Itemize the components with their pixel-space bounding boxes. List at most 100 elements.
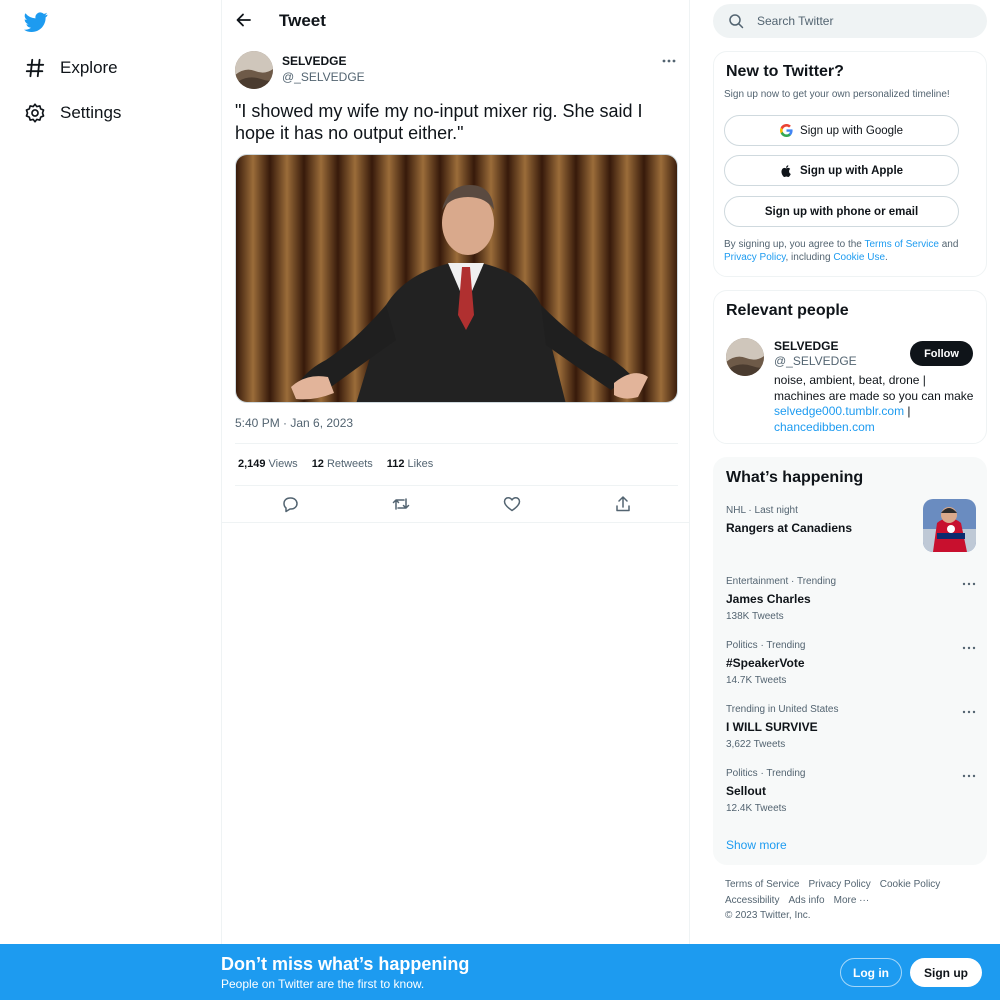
trend-name: Sellout: [726, 784, 767, 798]
views-stat: 2,149 Views: [238, 458, 298, 470]
retweets-label: Retweets: [326, 458, 373, 470]
footer-links: Terms of Service Privacy Policy Cookie Pol…: [725, 877, 985, 924]
more-options-icon[interactable]: [962, 580, 976, 588]
footer-link[interactable]: Ads info: [788, 895, 824, 906]
person-name[interactable]: SELVEDGE: [774, 339, 838, 353]
bottom-signup-bar: Don’t miss what’s happening People on Tw…: [0, 944, 1000, 1000]
tweet-stats: 2,149 Views 12 Retweets 112 Likes: [238, 458, 433, 470]
avatar[interactable]: [726, 338, 764, 376]
card-title: Relevant people: [726, 302, 849, 319]
signup-button[interactable]: Sign up: [910, 958, 982, 987]
footer-link[interactable]: Privacy Policy: [808, 879, 870, 890]
new-to-twitter-card: New to Twitter? Sign up now to get your …: [713, 51, 987, 277]
trend-count: 3,622 Tweets: [726, 739, 786, 750]
more-options-icon[interactable]: [962, 644, 976, 652]
nav-label-explore: Explore: [60, 58, 118, 77]
search-input[interactable]: [757, 14, 957, 28]
legal-including: , including: [785, 252, 834, 263]
bio-link-tumblr[interactable]: selvedge000.tumblr.com: [774, 404, 904, 418]
bio-text: noise, ambient, beat, drone | machines a…: [774, 373, 974, 403]
legal-and: and: [938, 239, 959, 250]
footer-link[interactable]: Terms of Service: [725, 879, 799, 890]
signup-apple-button[interactable]: Sign up with Apple: [724, 155, 959, 186]
trend-item[interactable]: Trending in United States I WILL SURVIVE…: [726, 704, 976, 750]
apple-icon: [781, 165, 791, 177]
trend-count: 138K Tweets: [726, 611, 784, 622]
more-options-icon[interactable]: [962, 772, 976, 780]
retweets-stat[interactable]: 12 Retweets: [312, 458, 373, 470]
author-name[interactable]: SELVEDGE: [282, 54, 346, 68]
page-title: Tweet: [279, 11, 326, 30]
nav-label-settings: Settings: [60, 103, 122, 122]
footer-link[interactable]: Cookie Policy: [880, 879, 941, 890]
author-avatar[interactable]: [235, 51, 273, 89]
trend-meta: Politics · Trending: [726, 640, 806, 651]
signup-google-button[interactable]: Sign up with Google: [724, 115, 959, 146]
privacy-link[interactable]: Privacy Policy: [724, 252, 786, 263]
retweets-count: 12: [311, 458, 324, 470]
reply-icon[interactable]: [280, 494, 300, 514]
bottom-bar-title: Don’t miss what’s happening: [221, 954, 470, 974]
main-column: Tweet SELVEDGE @_SELVEDGE "I showed my w…: [221, 0, 690, 944]
nav-item-explore[interactable]: Explore: [24, 53, 118, 83]
signup-phone-label: Sign up with phone or email: [764, 205, 919, 218]
hashtag-icon: [25, 58, 45, 78]
trend-count: 12.4K Tweets: [726, 803, 787, 814]
trend-item[interactable]: Entertainment · Trending James Charles 1…: [726, 576, 976, 622]
login-button[interactable]: Log in: [840, 958, 902, 987]
more-options-icon[interactable]: [661, 54, 677, 68]
divider: [235, 485, 678, 486]
signup-apple-label: Sign up with Apple: [799, 164, 904, 177]
trend-item[interactable]: Politics · Trending #SpeakerVote 14.7K T…: [726, 640, 976, 686]
views-count: 2,149: [238, 458, 266, 470]
trend-count: 14.7K Tweets: [726, 675, 787, 686]
footer-link[interactable]: More ···: [834, 895, 870, 906]
author-handle[interactable]: @_SELVEDGE: [282, 70, 365, 84]
trend-name: #SpeakerVote: [726, 656, 805, 670]
page-header: Tweet: [222, 0, 689, 42]
legal-end: .: [885, 252, 888, 263]
twitter-bird-icon[interactable]: [24, 10, 48, 34]
tweet-actions: [235, 494, 678, 514]
tweet-timestamp[interactable]: 5:40 PM · Jan 6, 2023: [235, 416, 353, 430]
trend-name: I WILL SURVIVE: [726, 720, 818, 734]
whats-happening-card: What’s happening NHL · Last night Ranger…: [713, 457, 987, 865]
legal-prefix: By signing up, you agree to the: [724, 239, 865, 250]
likes-stat[interactable]: 112 Likes: [387, 458, 433, 470]
cookie-link[interactable]: Cookie Use: [833, 252, 885, 263]
card-subtitle: Sign up now to get your own personalized…: [724, 89, 950, 100]
trend-thumbnail: [923, 499, 976, 552]
signup-google-label: Sign up with Google: [800, 124, 903, 137]
terms-link[interactable]: Terms of Service: [864, 239, 938, 250]
bio-separator: |: [904, 404, 911, 418]
signup-phone-button[interactable]: Sign up with phone or email: [724, 196, 959, 227]
divider: [222, 522, 689, 523]
likes-label: Likes: [407, 458, 434, 470]
views-label: Views: [268, 458, 298, 470]
trend-name: James Charles: [726, 592, 811, 606]
person-handle[interactable]: @_SELVEDGE: [774, 354, 857, 368]
gear-icon: [25, 103, 45, 123]
share-icon[interactable]: [613, 494, 633, 514]
left-nav: Explore Settings: [0, 0, 222, 944]
search-bar[interactable]: [713, 4, 987, 38]
search-icon: [729, 14, 744, 29]
card-title: New to Twitter?: [726, 63, 844, 80]
nav-item-settings[interactable]: Settings: [24, 98, 121, 128]
retweet-icon[interactable]: [391, 494, 411, 514]
card-title: What’s happening: [726, 469, 864, 486]
footer-link[interactable]: Accessibility: [725, 895, 779, 906]
like-icon[interactable]: [502, 494, 522, 514]
bio-link-website[interactable]: chancedibben.com: [774, 420, 875, 434]
more-options-icon[interactable]: [962, 708, 976, 716]
tweet-image[interactable]: [235, 154, 678, 403]
follow-button[interactable]: Follow: [910, 341, 973, 366]
back-arrow-icon[interactable]: [234, 10, 254, 30]
trend-item[interactable]: NHL · Last night Rangers at Canadiens: [726, 499, 976, 552]
trend-meta: Entertainment · Trending: [726, 576, 837, 587]
legal-text: By signing up, you agree to the Terms of…: [724, 238, 979, 264]
show-more-link[interactable]: Show more: [726, 838, 787, 852]
copyright: © 2023 Twitter, Inc.: [725, 910, 811, 921]
trend-meta: Politics · Trending: [726, 768, 806, 779]
trend-item[interactable]: Politics · Trending Sellout 12.4K Tweets: [726, 768, 976, 814]
